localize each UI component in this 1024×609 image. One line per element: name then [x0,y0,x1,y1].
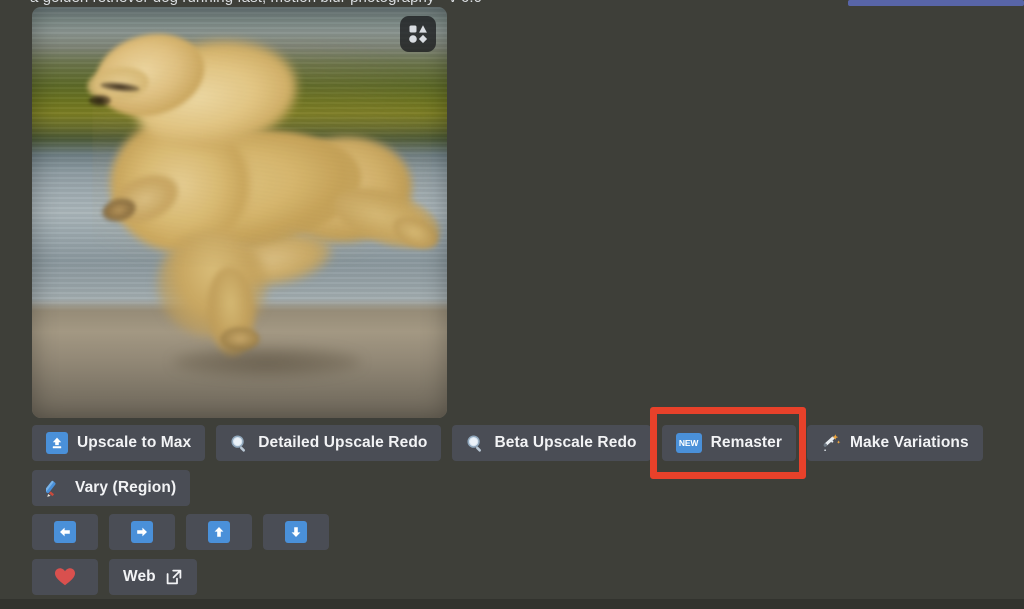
vary-region-label: Vary (Region) [75,480,176,496]
heart-icon [54,567,76,587]
dog-subject [32,7,447,418]
remaster-label: Remaster [711,435,782,451]
magnifier-icon [230,434,249,453]
magnifier-icon [466,434,485,453]
remaster-button[interactable]: NEW Remaster [662,425,796,461]
detailed-upscale-redo-label: Detailed Upscale Redo [258,435,427,451]
detailed-upscale-redo-button[interactable]: Detailed Upscale Redo [216,425,441,461]
pan-right-button[interactable] [109,514,175,550]
pan-left-button[interactable] [32,514,98,550]
arrow-down-icon [285,521,307,543]
web-label: Web [123,569,156,585]
pan-down-button[interactable] [263,514,329,550]
beta-upscale-redo-label: Beta Upscale Redo [494,435,636,451]
cutoff-link-highlight[interactable] [848,0,1024,6]
favorite-button[interactable] [32,559,98,595]
new-badge-icon: NEW [676,433,702,453]
make-variations-button[interactable]: Make Variations [807,425,983,461]
upscale-to-max-label: Upscale to Max [77,435,191,451]
magic-wand-icon [821,433,841,453]
midjourney-result-panel: a golden retriever dog running fast, mot… [0,0,1024,609]
generated-image-card[interactable] [32,7,447,418]
pan-up-button[interactable] [186,514,252,550]
arrow-up-icon [208,521,230,543]
bottom-edge-strip [0,599,1024,609]
shapes-grid-icon[interactable] [400,16,436,52]
vary-region-button[interactable]: Vary (Region) [32,470,190,506]
upscale-to-max-button[interactable]: Upscale to Max [32,425,205,461]
make-variations-label: Make Variations [850,435,969,451]
action-row-1: Upscale to Max Detailed Upscale Redo [32,425,983,461]
cutoff-prompt-text: a golden retriever dog running fast, mot… [30,0,482,7]
external-link-icon [165,568,183,586]
action-row-2: Vary (Region) [32,470,190,506]
cutoff-prompt-strip: a golden retriever dog running fast, mot… [0,0,1024,7]
action-row-4: Web [32,559,197,595]
generated-image[interactable] [32,7,447,418]
action-row-3-pan-arrows [32,514,329,550]
paintbrush-icon [46,478,66,498]
arrow-left-icon [54,521,76,543]
arrow-right-icon [131,521,153,543]
beta-upscale-redo-button[interactable]: Beta Upscale Redo [452,425,650,461]
upscale-arrow-icon [46,432,68,454]
web-button[interactable]: Web [109,559,197,595]
